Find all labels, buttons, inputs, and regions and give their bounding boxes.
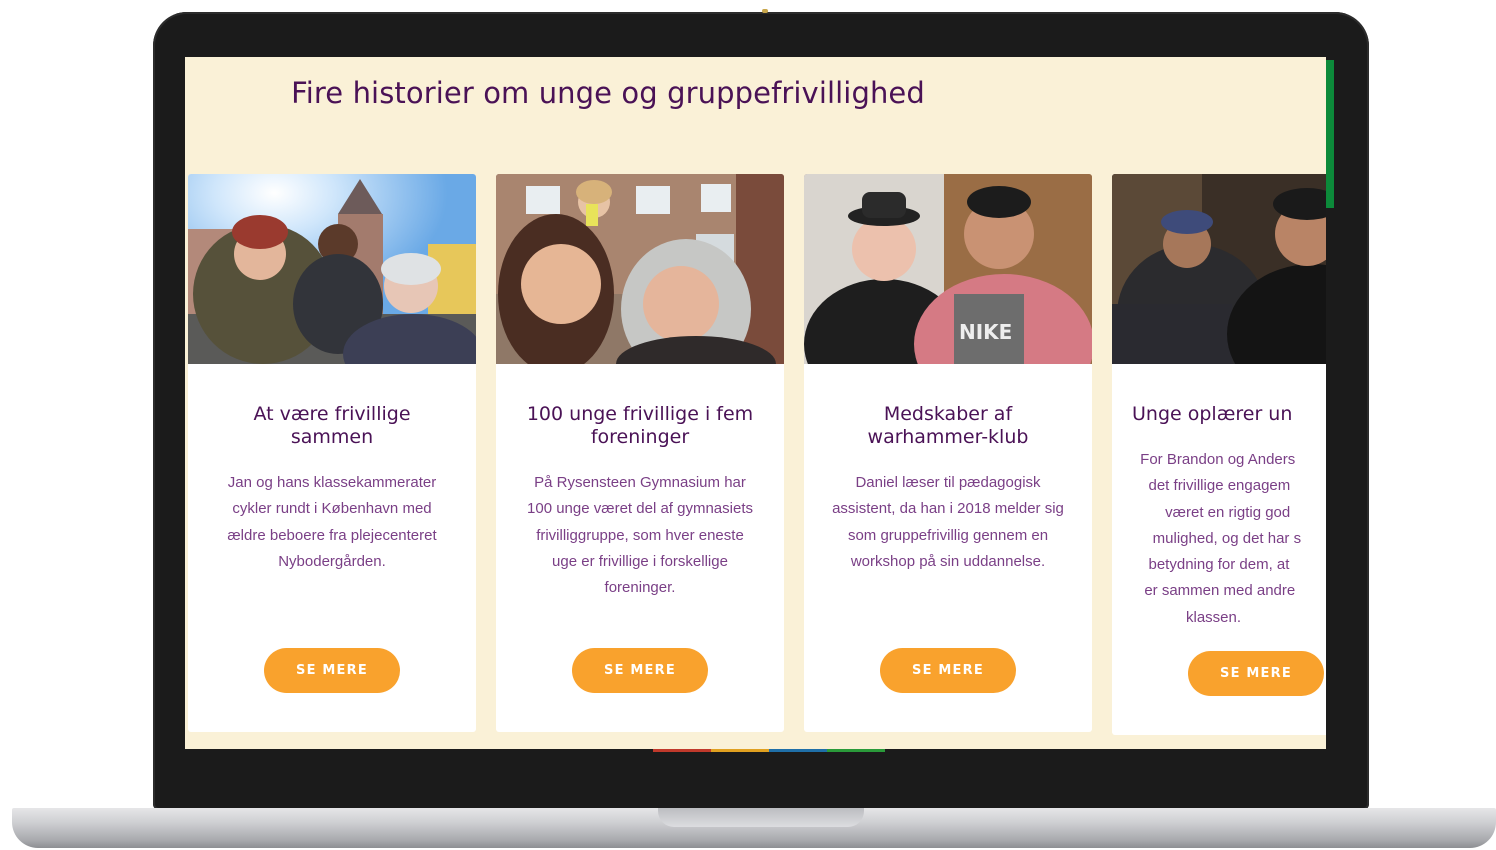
page-title: Fire historier om unge og gruppefrivilli…	[291, 76, 925, 110]
card-title: Unge oplærer un	[1132, 403, 1293, 425]
story-card[interactable]: NIKE Medskaber af warhammer-klub Daniel …	[804, 174, 1092, 732]
strip-segment-red	[653, 749, 711, 752]
card-title: At være frivillige sammen	[253, 403, 411, 448]
photo-selfie-bikes-copenhagen	[188, 174, 476, 364]
photo-two-young-men: NIKE	[804, 174, 1092, 364]
card-description: Jan og hans klassekammerater cykler rund…	[227, 474, 437, 570]
laptop-hinge-notch	[658, 808, 864, 827]
card-title: Medskaber af warhammer-klub	[867, 403, 1029, 448]
see-more-button[interactable]: SE MERE	[880, 648, 1016, 693]
photo-laptop-teaching	[1112, 174, 1326, 364]
svg-text:NIKE: NIKE	[959, 320, 1012, 344]
website-screen: Fire historier om unge og gruppefrivilli…	[185, 57, 1326, 749]
see-more-button[interactable]: SE MERE	[1188, 651, 1324, 696]
strip-segment-green	[827, 749, 885, 752]
card-description: For Brandon og Anders det frivillige eng…	[1140, 451, 1302, 626]
see-more-button[interactable]: SE MERE	[572, 648, 708, 693]
strip-segment-blue	[769, 749, 827, 752]
story-card[interactable]: At være frivillige sammen Jan og hans kl…	[188, 174, 476, 732]
card-description: På Rysensteen Gymnasium har 100 unge vær…	[527, 474, 753, 597]
see-more-button[interactable]: SE MERE	[264, 648, 400, 693]
card-description: Daniel læser til pædagogisk assistent, d…	[832, 474, 1064, 570]
strip-segment-yellow	[711, 749, 769, 752]
card-title: 100 unge frivillige i fem foreninger	[526, 403, 754, 448]
camera-indicator	[762, 9, 768, 13]
photo-selfie-street	[496, 174, 784, 364]
screen-side-accent	[1326, 60, 1334, 208]
story-card[interactable]: 100 unge frivillige i fem foreninger På …	[496, 174, 784, 732]
story-card[interactable]: Unge oplærer un For Brandon og Anders de…	[1112, 174, 1326, 735]
